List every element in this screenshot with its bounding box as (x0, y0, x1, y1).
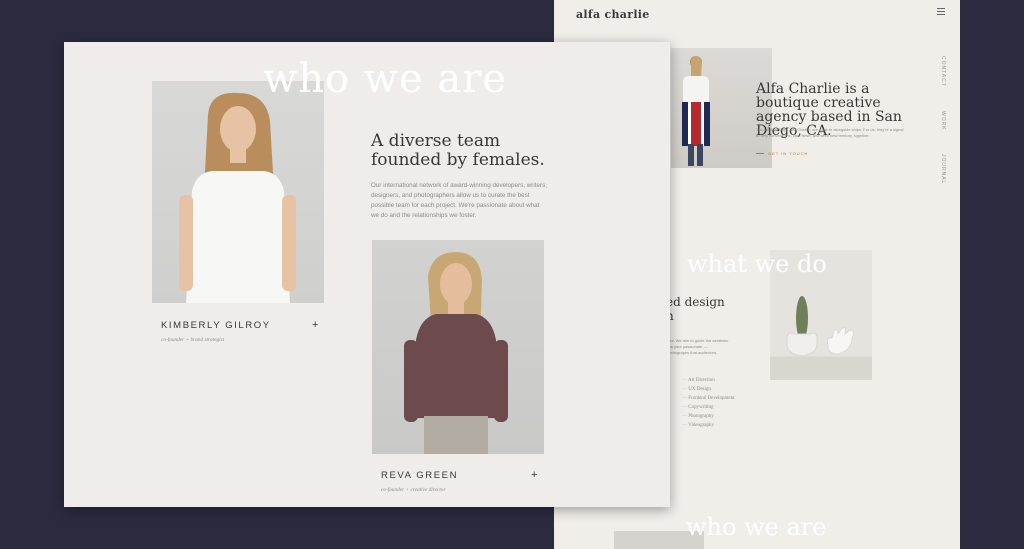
member-name-kimberly: KIMBERLY GILROY (161, 320, 271, 331)
member-name-reva: REVA GREEN (381, 470, 459, 481)
who-we-are-footer-heading: who we are (686, 513, 827, 541)
service-item: Copywriting (682, 403, 735, 412)
logo[interactable]: alfa charlie (576, 8, 650, 21)
side-nav-journal[interactable]: JOURNAL (940, 154, 946, 184)
side-nav: CONTACT WORK JOURNAL (940, 56, 952, 209)
page-title: A diverse team founded by females. (371, 131, 545, 170)
expand-reva-button[interactable]: + (531, 469, 537, 481)
hero-body: The nautical flags, Alfa Charlie, are co… (756, 127, 904, 138)
side-nav-contact[interactable]: CONTACT (940, 56, 946, 87)
kimberly-photo (152, 81, 324, 303)
what-we-do-heading: what we do (687, 250, 827, 278)
expand-kimberly-button[interactable]: + (312, 319, 318, 331)
services-heading: ed design h (666, 295, 725, 323)
side-nav-work[interactable]: WORK (940, 111, 946, 131)
intro-paragraph: Our international network of award-winni… (371, 182, 548, 219)
hamburger-menu-icon[interactable] (937, 8, 945, 16)
member-role-reva: co-founder + creative director (381, 487, 446, 493)
member-role-kimberly: co-founder + brand strategist (161, 337, 225, 343)
service-item: Photography (682, 412, 735, 421)
reva-photo (372, 240, 544, 454)
service-item: Frontend Development (682, 394, 734, 403)
service-item: Videography (682, 421, 735, 430)
service-item: UX Design (682, 385, 735, 394)
front-page: who we are A diverse team founded by fem… (64, 42, 670, 507)
service-item: Art Direction (682, 376, 735, 385)
get-in-touch-link[interactable]: GET IN TOUCH (756, 151, 808, 156)
who-we-are-heading: who we are (263, 56, 508, 102)
services-list: Art Direction UX Design Frontend Develop… (682, 376, 735, 430)
